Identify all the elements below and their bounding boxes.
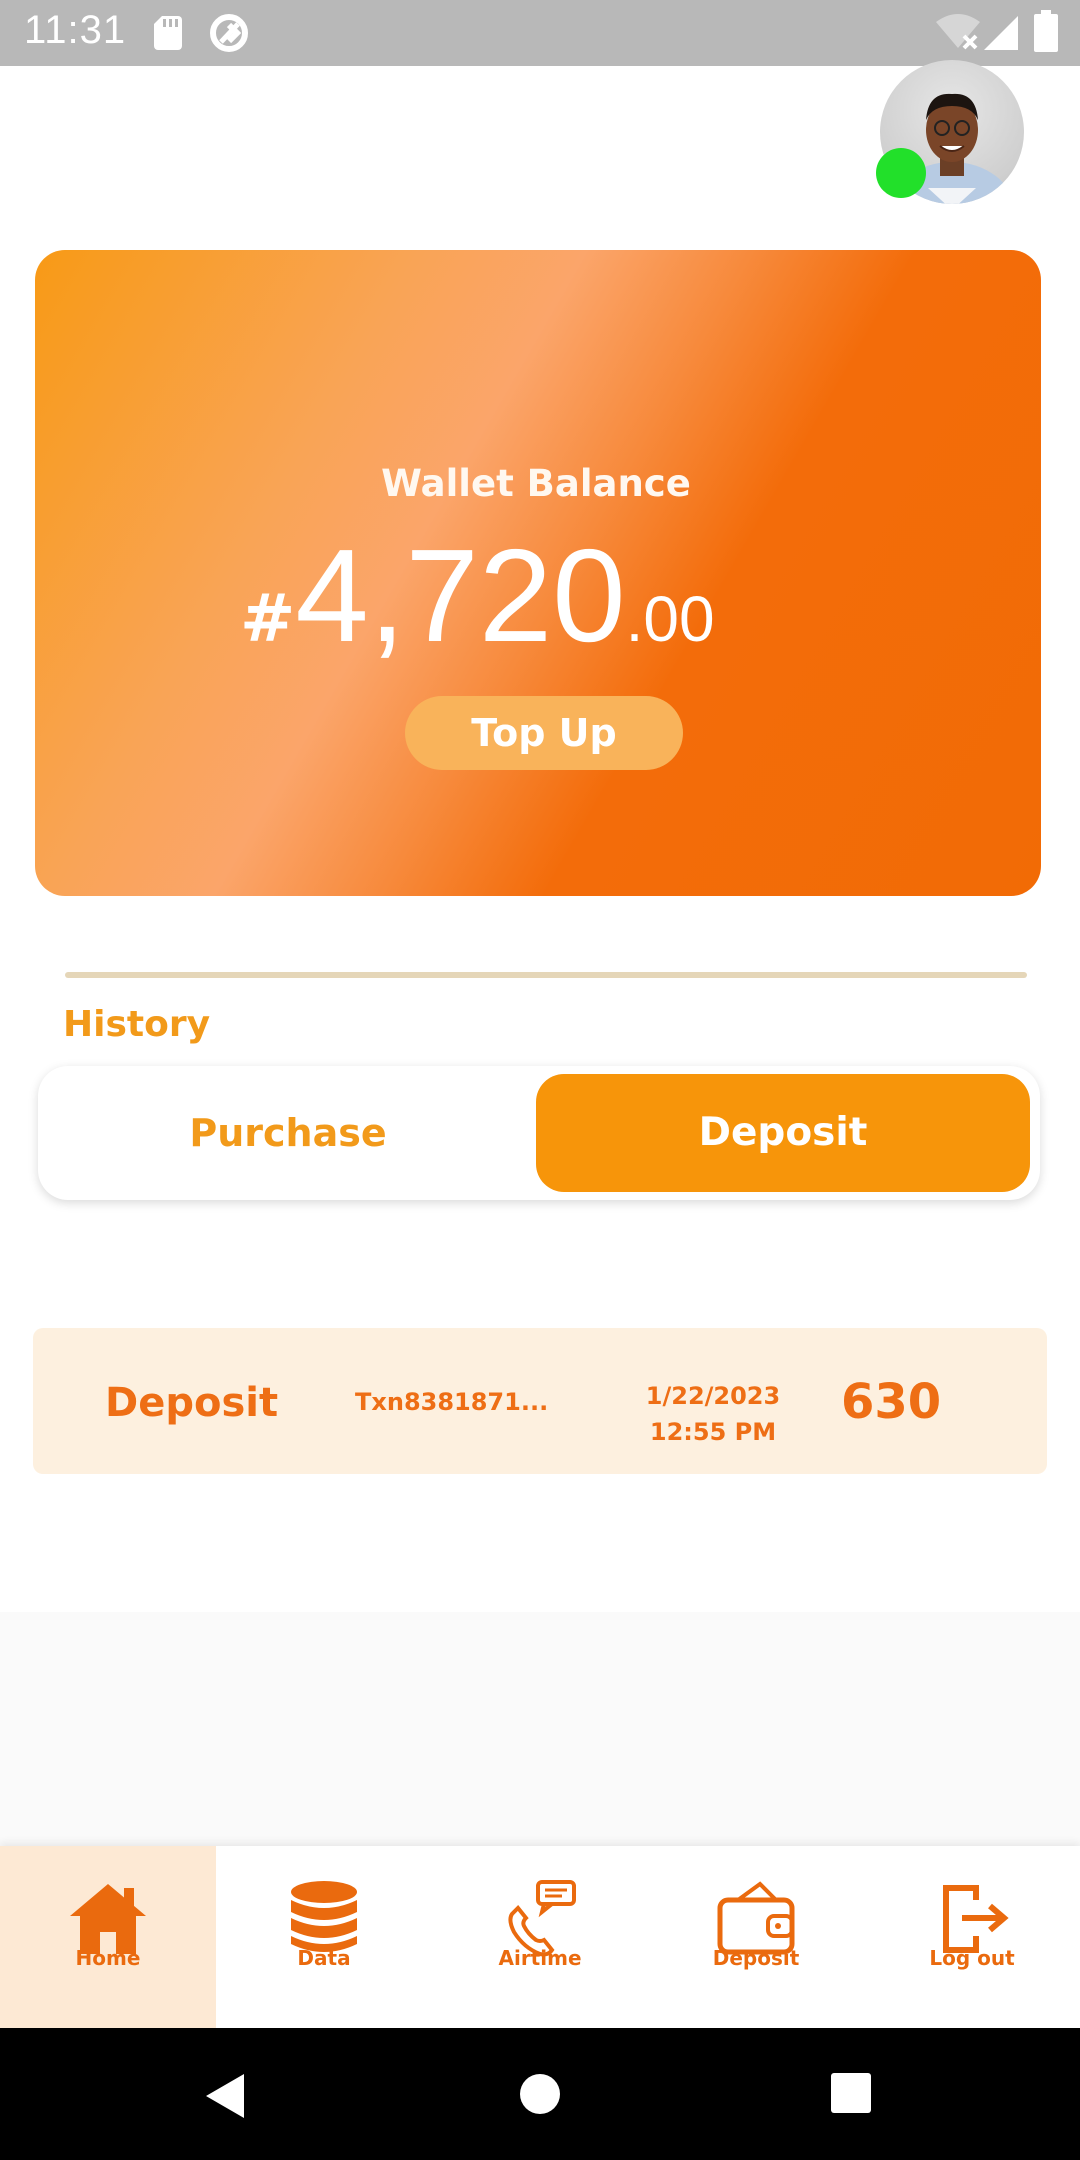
nav-label-home: Home <box>75 1946 141 1970</box>
sd-card-icon <box>154 16 182 50</box>
signal-icon <box>984 16 1018 50</box>
section-divider <box>65 972 1027 978</box>
home-circle-icon[interactable] <box>518 2072 562 2116</box>
nav-label-data: Data <box>297 1946 351 1970</box>
status-time: 11:31 <box>24 8 127 52</box>
wallet-card: Wallet Balance #4,720.00 Top Up <box>35 250 1041 896</box>
nav-item-home[interactable]: Home <box>0 1846 216 2028</box>
nav-item-deposit[interactable]: Deposit <box>648 1846 864 2028</box>
currency-symbol: # <box>240 580 296 657</box>
tab-deposit[interactable]: Deposit <box>536 1074 1030 1192</box>
top-up-button[interactable]: Top Up <box>405 696 683 770</box>
transaction-type: Deposit <box>105 1380 279 1426</box>
transaction-date: 1/22/2023 <box>645 1382 781 1410</box>
nav-item-data[interactable]: Data <box>216 1846 432 2028</box>
nav-item-airtime[interactable]: Airtime <box>432 1846 648 2028</box>
nav-label-deposit: Deposit <box>712 1946 800 1970</box>
wallet-balance-amount: #4,720.00 <box>240 520 715 670</box>
balance-decimal: .00 <box>625 583 715 655</box>
nav-label-airtime: Airtime <box>498 1946 582 1970</box>
history-title: History <box>63 1004 211 1045</box>
tab-purchase[interactable]: Purchase <box>38 1066 538 1200</box>
transaction-datetime: 1/22/2023 12:55 PM <box>623 1378 803 1450</box>
balance-integer: 4,720 <box>295 522 626 669</box>
battery-icon <box>1034 10 1058 52</box>
transaction-amount: 630 <box>841 1374 942 1430</box>
nav-item-logout[interactable]: Log out <box>864 1846 1080 2028</box>
history-tab-toggle: Purchase Deposit <box>38 1066 1040 1200</box>
transaction-row[interactable]: Deposit Txn8381871... 1/22/2023 12:55 PM… <box>33 1328 1047 1474</box>
bottom-navigation: Home Data Airtime Deposit Log out <box>0 1846 1080 2028</box>
system-navigation-bar <box>0 2028 1080 2160</box>
recents-icon[interactable] <box>830 2072 872 2114</box>
wallet-balance-label: Wallet Balance <box>381 462 691 505</box>
sync-icon <box>210 14 248 52</box>
wifi-icon <box>936 14 980 50</box>
content-background <box>0 1612 1080 1848</box>
transaction-time: 12:55 PM <box>649 1418 777 1446</box>
app-screen: 11:31 Wallet Balance #4,720.00 Top Up Hi… <box>0 0 1080 2160</box>
nav-label-logout: Log out <box>929 1946 1015 1970</box>
online-status-indicator <box>876 148 926 198</box>
back-icon[interactable] <box>204 2072 246 2120</box>
transaction-id: Txn8381871... <box>355 1388 549 1416</box>
status-bar: 11:31 <box>0 0 1080 66</box>
